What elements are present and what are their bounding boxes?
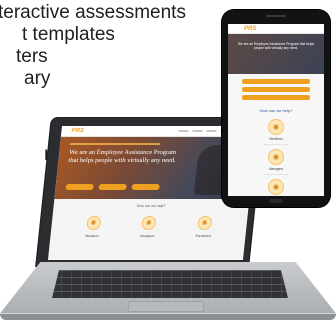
phone-device: PRS We are an Employee Assistance Progra… [222,10,330,207]
laptop-base [0,262,336,323]
lightbulb-icon[interactable]: ✺ [268,119,284,135]
lightbulb-icon: ✺ [196,216,213,230]
feature-line: ters [16,46,48,67]
section-heading: How can we help? [136,204,166,208]
divider [264,144,288,145]
lightbulb-icon: ✺ [85,216,102,230]
mobile-hero: We are an Employee Assistance Program th… [228,34,324,74]
feature-label: Enrollment [195,234,212,238]
feature-label: Managers [140,234,155,238]
hero-button[interactable] [65,184,94,190]
mobile-button[interactable] [242,79,310,84]
hero-kicker [70,143,161,145]
hero-button[interactable] [131,184,160,190]
feature-icons: ✺ Members ✺ Managers ✺ Enrollment [50,216,247,238]
lightbulb-icon[interactable]: ✺ [268,179,284,195]
keyboard-rows [52,270,288,298]
feature-label: Members [85,234,99,238]
mobile-button[interactable] [242,95,310,100]
feature-line: ary [24,68,51,89]
lightbulb-icon: ✺ [140,216,157,230]
mobile-navbar: PRS [228,24,324,34]
lightbulb-icon[interactable]: ✺ [268,149,284,165]
trackpad [128,301,204,312]
site-logo[interactable]: PRS [71,128,84,134]
divider [264,174,288,175]
feature-managers[interactable]: ✺ Managers [140,216,157,238]
feature-line: teractive assessments [0,2,186,23]
mobile-item-label: Managers [268,167,284,171]
phone-speaker [266,15,286,17]
hero-heading: We are an Employee Assistance Program th… [68,149,177,164]
mobile-hero-heading: We are an Employee Assistance Program th… [237,42,315,51]
mobile-section-heading: How can we help? [259,108,293,113]
laptop-front-edge [0,314,336,320]
mobile-logo[interactable]: PRS [244,26,256,32]
feature-enrollment[interactable]: ✺ Enrollment [195,216,213,238]
hero-buttons [65,184,160,190]
feature-members[interactable]: ✺ Members [85,216,102,238]
mobile-button[interactable] [242,87,310,92]
feature-line: t templates [22,24,115,45]
hero-button[interactable] [98,184,127,190]
phone-screen: PRS We are an Employee Assistance Progra… [228,24,324,196]
phone-home-indicator [269,199,283,203]
mobile-item-label: Members [269,137,283,141]
